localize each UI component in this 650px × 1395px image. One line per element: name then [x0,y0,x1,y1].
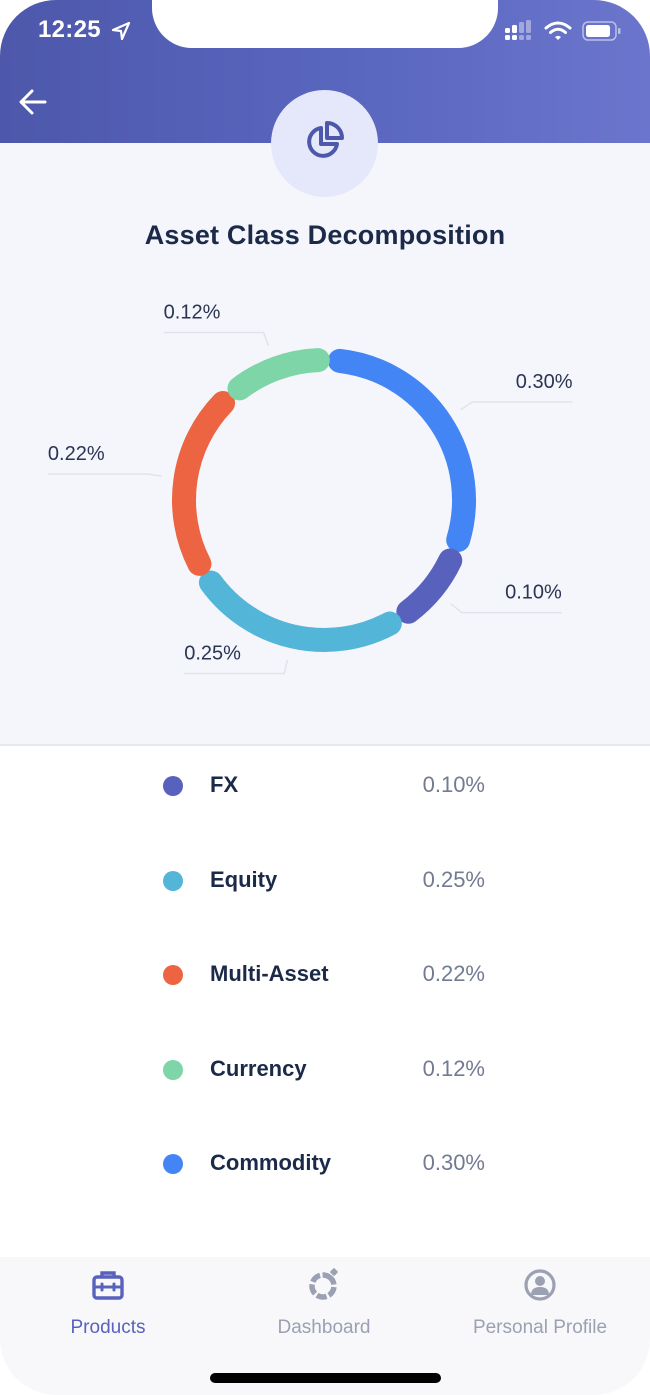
tab-label: Dashboard [277,1317,371,1338]
legend-color-dot [163,965,183,985]
leader-line [460,401,573,411]
donut-slice-equity [198,570,402,652]
legend-name: Multi-Asset [210,961,329,986]
legend-item: Commodity 0.30% [0,1144,650,1184]
slice-label: 0.10% [505,582,562,604]
home-indicator [210,1373,441,1383]
slice-label: 0.25% [184,643,241,665]
tab-label: Products [70,1317,146,1338]
legend-value: 0.12% [422,1055,485,1081]
tab-personal-profile[interactable]: Personal Profile [432,1267,648,1347]
legend-item: FX 0.10% [0,766,650,806]
status-indicators [504,20,622,47]
legend-item: Multi-Asset 0.22% [0,955,650,995]
donut-slice-currency [227,348,330,401]
slice-label: 0.22% [48,443,105,465]
legend-color-dot [163,776,183,796]
app-screen: 12:25 Asset Class Decomposition 0.30% 0.… [0,0,650,1395]
battery-icon [582,20,622,47]
back-button[interactable] [14,85,52,123]
legend-value: 0.22% [422,961,485,986]
page-title: Asset Class Decomposition [144,220,506,250]
donut-slice-fx [396,548,463,624]
donut-slice-multi-asset [172,390,236,576]
leader-line [163,331,270,346]
header-badge [271,90,378,197]
wifi-icon [544,20,572,47]
status-time: 12:25 [38,16,101,43]
slice-label: 0.12% [164,302,221,324]
leader-line [47,473,162,477]
tab-label: Personal Profile [472,1317,608,1338]
legend-color-dot [163,1154,183,1174]
tab-dashboard[interactable]: Dashboard [216,1267,432,1347]
donut-slice-commodity [327,348,476,552]
pie-chart-icon [302,118,348,169]
legend-name: Currency [210,1055,307,1081]
dashboard-ring-icon [306,1267,342,1303]
legend-item: Equity 0.25% [0,861,650,901]
legend-value: 0.10% [422,772,485,797]
legend-name: Equity [210,866,278,892]
legend-item: Currency 0.12% [0,1050,650,1090]
device-notch [152,0,498,48]
location-arrow-icon [110,20,132,42]
legend-name: Commodity [210,1150,331,1175]
cellular-signal-icon [504,20,534,47]
tab-products[interactable]: Products [0,1267,216,1347]
leader-line [450,603,562,614]
legend-value: 0.30% [422,1150,485,1175]
briefcase-icon [90,1267,126,1303]
legend-color-dot [163,1059,183,1080]
donut-chart: 0.30% 0.10% 0.25% 0.22% 0.12% [47,302,573,675]
arrow-left-icon [17,86,49,123]
user-circle-icon [522,1267,558,1303]
slice-label: 0.30% [516,371,573,393]
legend-value: 0.25% [422,866,485,892]
legend-name: FX [210,772,239,797]
legend-color-dot [163,870,183,891]
